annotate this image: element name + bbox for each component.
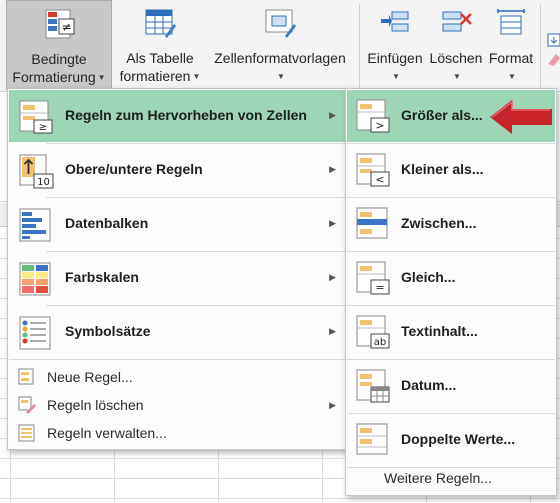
menu-item-new-rule[interactable]: Neue Regel... [9, 363, 350, 391]
delete-cells-button[interactable]: Löschen ▼ [428, 0, 484, 90]
delete-cells-icon [442, 11, 472, 32]
text-symbol: ab [374, 337, 386, 348]
date-occurring-icon [356, 369, 390, 403]
highlight-cells-submenu: > Größer als... < Kleiner als... Zwische… [345, 88, 557, 496]
submenu-item-equal-to[interactable]: = Gleich... [347, 252, 555, 304]
chevron-right-icon: ▶ [329, 326, 336, 336]
chevron-right-icon: ▶ [329, 272, 336, 282]
text-contains-icon: ab [356, 315, 390, 349]
format-cells-icon [497, 9, 525, 35]
top-bottom-rules-icon: 10 [19, 154, 54, 189]
menu-item-manage-rules[interactable]: Regeln verwalten... [9, 419, 350, 447]
conditional-formatting-menu: ≥ Regeln zum Hervorheben von Zellen ▶ 10… [7, 88, 352, 450]
menu-item-icon-sets[interactable]: Symbolsätze ▶ [9, 306, 350, 358]
cell-styles-label: Zellenformatvorlagen [214, 50, 346, 66]
menu-item-label: Symbolsätze [65, 323, 151, 339]
menu-item-top-bottom-rules[interactable]: 10 Obere/untere Regeln ▶ [9, 144, 350, 196]
data-bars-icon [19, 208, 51, 242]
menu-item-clear-rules[interactable]: Regeln löschen ▶ [9, 391, 350, 419]
chevron-down-icon: ▼ [192, 72, 201, 81]
menu-item-label: Datenbalken [65, 215, 149, 231]
insert-cells-button[interactable]: Einfügen ▼ [362, 0, 428, 90]
menu-item-label: Obere/untere Regeln [65, 161, 203, 177]
duplicate-values-icon [356, 423, 388, 455]
menu-item-label: Regeln löschen [47, 397, 144, 413]
red-arrow-pointer [490, 100, 552, 134]
submenu-item-label: Datum... [401, 377, 457, 393]
greater-than-icon: > [356, 99, 390, 133]
chevron-right-icon: ▶ [329, 110, 336, 120]
submenu-item-label: Zwischen... [401, 215, 477, 231]
conditional-formatting-label-1: Bedingte [31, 51, 87, 67]
submenu-item-between[interactable]: Zwischen... [347, 198, 555, 250]
submenu-item-label: Doppelte Werte... [401, 431, 516, 447]
insert-cells-icon [381, 11, 409, 32]
menu-item-data-bars[interactable]: Datenbalken ▶ [9, 198, 350, 250]
svg-text:≠: ≠ [61, 20, 71, 34]
submenu-item-duplicate-values[interactable]: Doppelte Werte... [347, 414, 555, 466]
color-scales-icon [19, 262, 51, 296]
svg-text:≥: ≥ [39, 122, 47, 133]
delete-cells-label: Löschen [429, 50, 483, 66]
less-than-symbol: < [375, 173, 384, 186]
submenu-item-more-rules[interactable]: Weitere Regeln... [347, 464, 555, 492]
equal-symbol: = [375, 281, 384, 294]
submenu-item-less-than[interactable]: < Kleiner als... [347, 144, 555, 196]
menu-item-label: Neue Regel... [47, 369, 133, 385]
submenu-item-text-contains[interactable]: ab Textinhalt... [347, 306, 555, 358]
format-as-table-label-2: formatieren [119, 68, 191, 84]
format-as-table-icon [145, 9, 176, 38]
clear-rules-icon [18, 396, 36, 414]
ribbon-separator [359, 4, 360, 88]
ribbon: ≠ Bedingte Formatierung ▼ Als Tabelle for… [0, 0, 560, 92]
format-as-table-label-1: Als Tabelle [126, 50, 194, 66]
submenu-item-label: Textinhalt... [401, 323, 478, 339]
manage-rules-icon [18, 424, 35, 442]
chevron-down-icon: ▼ [392, 72, 400, 81]
between-icon [356, 207, 388, 239]
chevron-right-icon: ▶ [329, 164, 336, 174]
cell-styles-icon [265, 9, 296, 38]
submenu-item-label: Kleiner als... [401, 161, 484, 177]
conditional-formatting-label-2: Formatierung [12, 69, 96, 85]
format-as-table-button[interactable]: Als Tabelle formatieren ▼ [112, 0, 208, 90]
insert-cells-label: Einfügen [367, 50, 423, 66]
chevron-down-icon: ▼ [97, 73, 106, 82]
menu-item-label: Regeln zum Hervorheben von Zellen [65, 107, 307, 123]
format-cells-button[interactable]: Format ▼ [484, 0, 538, 90]
chevron-right-icon: ▶ [329, 400, 336, 410]
chevron-down-icon: ▼ [453, 72, 461, 81]
submenu-item-label: Weitere Regeln... [384, 470, 492, 486]
greater-than-symbol: > [375, 119, 384, 132]
submenu-item-label: Größer als... [401, 107, 483, 123]
menu-item-highlight-cells-rules[interactable]: ≥ Regeln zum Hervorheben von Zellen ▶ [9, 90, 350, 142]
highlight-cells-rules-icon: ≥ [19, 100, 53, 134]
ribbon-separator [540, 4, 541, 88]
cell-styles-button[interactable]: Zellenformatvorlagen ▼ [206, 0, 354, 90]
chevron-right-icon: ▶ [329, 218, 336, 228]
top-icon-number: 10 [37, 177, 50, 188]
menu-separator [9, 359, 350, 360]
new-rule-icon [18, 368, 34, 385]
ribbon-overflow-icons [547, 33, 560, 66]
chevron-down-icon: ▼ [508, 72, 516, 81]
menu-item-label: Farbskalen [65, 269, 139, 285]
chevron-down-icon: ▼ [277, 72, 285, 81]
menu-item-color-scales[interactable]: Farbskalen ▶ [9, 252, 350, 304]
submenu-item-date-occurring[interactable]: Datum... [347, 360, 555, 412]
format-cells-label: Format [488, 50, 534, 66]
less-than-icon: < [356, 153, 390, 187]
equal-to-icon: = [356, 261, 390, 295]
conditional-formatting-button[interactable]: ≠ Bedingte Formatierung ▼ [6, 0, 112, 90]
menu-item-label: Regeln verwalten... [47, 425, 167, 441]
icon-sets-icon [19, 316, 51, 350]
conditional-formatting-icon: ≠ [45, 9, 75, 39]
submenu-item-label: Gleich... [401, 269, 456, 285]
